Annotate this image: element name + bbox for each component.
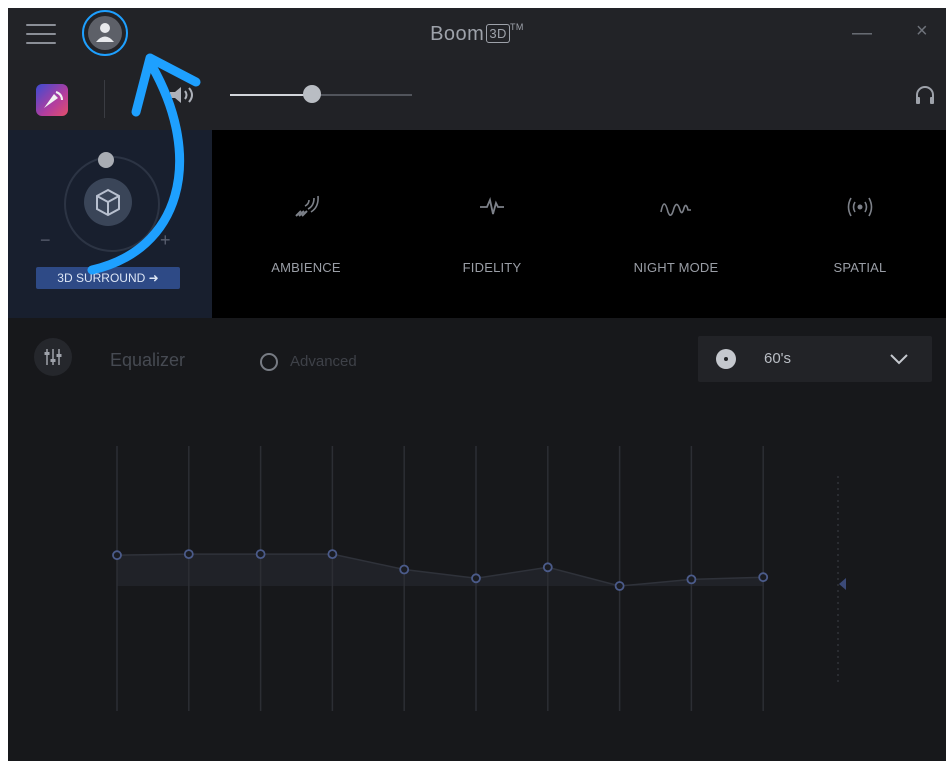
eq-band-handle[interactable] (399, 564, 410, 575)
eq-band-handle[interactable] (686, 574, 697, 585)
eq-band-handle[interactable] (255, 549, 266, 559)
eq-band-handle[interactable] (758, 572, 769, 583)
eq-band-handle[interactable] (471, 573, 481, 584)
eq-band-handle[interactable] (327, 549, 338, 559)
eq-band-handle[interactable] (542, 562, 553, 573)
equalizer-graph (112, 446, 846, 711)
eq-band-handle[interactable] (112, 550, 122, 561)
eq-band-handle[interactable] (183, 549, 194, 559)
master-gain-marker[interactable] (839, 578, 846, 590)
eq-band-handle[interactable] (614, 581, 625, 591)
